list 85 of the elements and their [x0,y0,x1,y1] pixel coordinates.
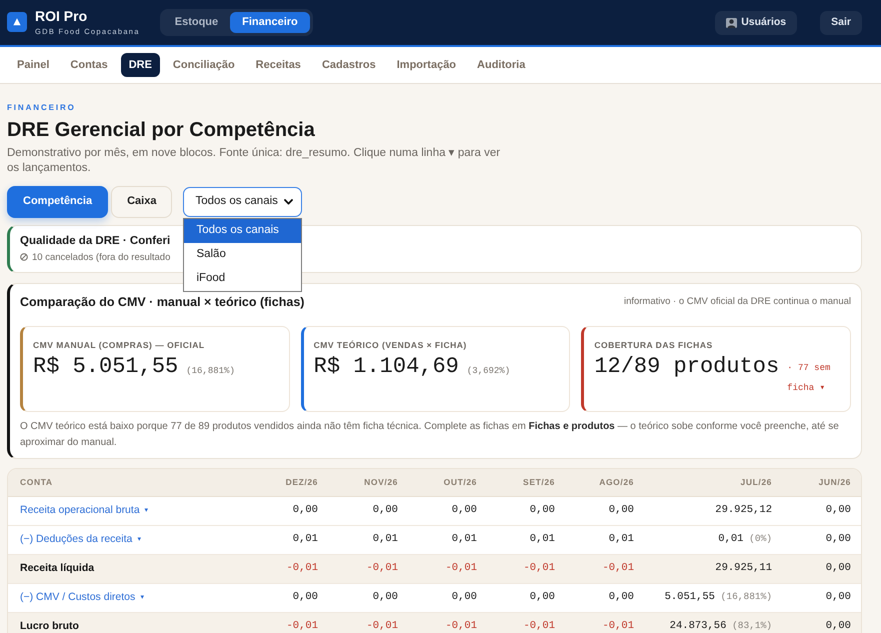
kpi-label: COBERTURA DAS FICHAS [594,339,714,352]
cancel-icon [20,253,28,262]
table-cell: 0,00 [784,612,861,633]
logout-button[interactable]: Sair [820,10,862,34]
table-cell: 0,00 [784,496,861,526]
table-cell: 0,00 [330,496,410,526]
table-cell: -0,01 [410,554,489,584]
card-note: 10 cancelados (fora do resultado [32,252,170,263]
module-tab[interactable]: Financeiro [230,12,310,33]
chevron-down-icon [284,198,294,205]
column-header: AGO/26 [567,469,646,496]
dropdown-option[interactable]: iFood [184,266,302,291]
nav-tab[interactable]: Auditoria [469,53,534,77]
dropdown-option[interactable]: Salão [184,242,302,267]
nav-tab[interactable]: Conciliação [164,53,243,77]
app-name: ROI Pro [35,9,88,25]
dropdown-option[interactable]: Todos os canais [184,218,302,243]
table-cell: -0,01 [489,612,567,633]
kpi-label: CMV TEÓRICO (VENDAS × FICHA) [314,339,468,352]
card-title: Qualidade da DRE · Conferi [20,234,172,249]
table-cell: 0,00 [489,583,567,612]
kpi-value: 12/89 produtos [594,355,780,380]
user-icon [726,18,738,28]
table-cell: 0,00 [489,496,567,526]
table-cell: 29.925,11 [646,554,784,584]
table-cell: 0,00 [567,496,646,526]
module-tab[interactable]: Estoque [162,12,230,33]
kpi-percent: (3,692%) [466,365,510,378]
table-cell: 0,00 [330,583,410,612]
table-cell: -0,01 [330,612,410,633]
table-cell: 0,01 [410,525,489,554]
table-cell: -0,01 [567,554,646,584]
column-header: DEZ/26 [251,469,330,496]
table-cell: -0,01 [410,612,489,633]
table-cell: -0,01 [489,554,567,584]
logo-icon [7,12,27,32]
table-cell: 0,00 [784,554,861,584]
channel-select[interactable]: Todos os canais [183,186,302,217]
column-header: JUN/26 [784,469,861,496]
kpi-percent: (16,881%) [186,365,235,378]
table-cell: 5.051,55 (16,881%) [646,583,784,612]
kpi-value: R$ 1.104,69 [314,355,459,380]
row-label: Lucro bruto [20,620,79,632]
table-cell: -0,01 [330,554,410,584]
table-cell: 0,01 [489,525,567,554]
table-cell: -0,01 [567,612,646,633]
nav-tab[interactable]: Receitas [248,53,309,77]
column-header: JUL/26 [646,469,784,496]
column-header: CONTA [8,469,251,496]
column-header: OUT/26 [410,469,489,496]
basis-toggle[interactable]: Caixa [111,186,172,218]
column-header: SET/26 [489,469,567,496]
table-cell: 0,01 [330,525,410,554]
table-cell: 0,00 [410,496,489,526]
table-cell: 0,01 (0%) [646,525,784,554]
basis-toggle[interactable]: Competência [7,186,108,218]
table-cell: 0,01 [567,525,646,554]
table-cell: 0,00 [251,496,330,526]
row-label: Receita líquida [20,562,94,574]
kpi-label: CMV MANUAL (COMPRAS) — OFICIAL [33,339,206,352]
nav-tab[interactable]: Cadastros [314,53,384,77]
users-button[interactable]: Usuários [715,10,798,34]
nav-tab[interactable]: Importação [388,53,464,77]
table-cell: 0,00 [567,583,646,612]
table-cell: 0,00 [251,583,330,612]
table-cell: 0,00 [784,525,861,554]
table-cell: 29.925,12 [646,496,784,526]
card-footnote: O CMV teórico está baixo porque 77 de 89 produtos vendidos ainda não têm ficha técnica. Complete as fichas em Fichas e produtos — o teórico sobe conforme você preenche, até se aproximar do manual. [20,420,840,450]
column-header: NOV/26 [330,469,410,496]
page-description: Demonstrativo por mês, em nove blocos. Fonte única: dre_resumo. Clique numa linha ▾ para ver os lançamentos. [7,146,502,176]
table-cell: -0,01 [251,612,330,633]
kpi-value: R$ 5.051,55 [33,355,178,380]
table-cell: 0,00 [784,583,861,612]
table-cell: 0,00 [410,583,489,612]
section-label: FINANCEIRO [7,103,77,113]
nav-tab[interactable]: Contas [62,53,116,77]
table-cell: -0,01 [251,554,330,584]
card-note: informativo · o CMV oficial da DRE continua o manual [624,294,851,309]
nav-tab[interactable]: Painel [9,53,58,77]
table-cell: 0,01 [251,525,330,554]
page-title: DRE Gerencial por Competência [7,118,316,143]
missing-recipes-link[interactable]: · 77 sem ficha ▾ [787,359,838,399]
table-cell: 24.873,56 (83,1%) [646,612,784,633]
card-title: Comparação do CMV · manual × teórico (fichas) [20,294,304,311]
nav-tab[interactable]: DRE [120,53,160,77]
